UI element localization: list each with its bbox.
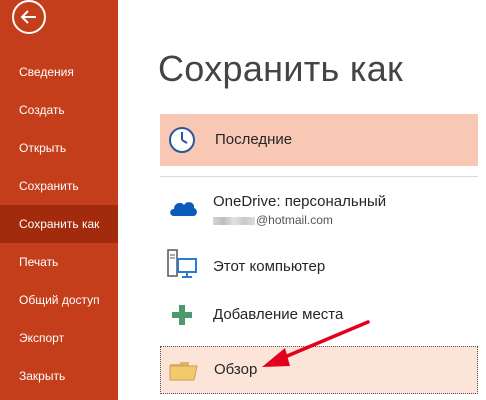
sidebar-item-new[interactable]: Создать [0, 91, 118, 129]
sidebar-item-label: Создать [19, 103, 65, 117]
cloud-icon [170, 202, 197, 216]
sidebar-item-info[interactable]: Сведения [0, 53, 118, 91]
sidebar-item-save[interactable]: Сохранить [0, 167, 118, 205]
sidebar-item-close[interactable]: Закрыть [0, 357, 118, 395]
sidebar-item-print[interactable]: Печать [0, 243, 118, 281]
folder-icon [169, 362, 198, 381]
location-onedrive[interactable]: OneDrive: персональный @hotmail.com [160, 188, 478, 232]
sidebar-item-share[interactable]: Общий доступ [0, 281, 118, 319]
sidebar-item-save-as[interactable]: Сохранить как [0, 205, 118, 243]
location-label: Обзор [214, 361, 258, 378]
sidebar-item-open[interactable]: Открыть [0, 129, 118, 167]
location-label: OneDrive: персональный [213, 193, 387, 210]
sidebar: Сведения Создать Открыть Сохранить Сохра… [0, 0, 118, 400]
sidebar-item-label: Открыть [19, 141, 67, 155]
back-arrow-icon [20, 10, 36, 24]
location-label: Последние [215, 131, 293, 148]
location-browse[interactable]: Обзор [160, 346, 478, 394]
clock-icon [169, 127, 195, 153]
account-email-domain: @hotmail.com [256, 213, 333, 227]
sidebar-item-label: Сохранить как [19, 217, 100, 231]
plus-icon [172, 305, 192, 325]
sidebar-item-label: Сведения [19, 65, 74, 79]
sidebar-item-label: Печать [19, 255, 59, 269]
sidebar-item-label: Закрыть [19, 369, 66, 383]
sidebar-item-export[interactable]: Экспорт [0, 319, 118, 357]
page-title: Сохранить как [158, 48, 404, 89]
sidebar-item-label: Экспорт [19, 331, 65, 345]
computer-icon [167, 249, 197, 278]
location-label: Добавление места [213, 306, 344, 323]
redacted-mask [213, 216, 255, 225]
back-button[interactable] [12, 0, 46, 34]
location-this-pc[interactable]: Этот компьютер [160, 248, 478, 286]
location-add-place[interactable]: Добавление места [160, 300, 478, 332]
sidebar-item-label: Общий доступ [19, 293, 100, 307]
account-email: @hotmail.com [213, 213, 333, 227]
divider [160, 176, 478, 177]
sidebar-item-label: Сохранить [19, 179, 79, 193]
location-label: Этот компьютер [213, 258, 326, 275]
location-recent[interactable]: Последние [160, 114, 478, 166]
